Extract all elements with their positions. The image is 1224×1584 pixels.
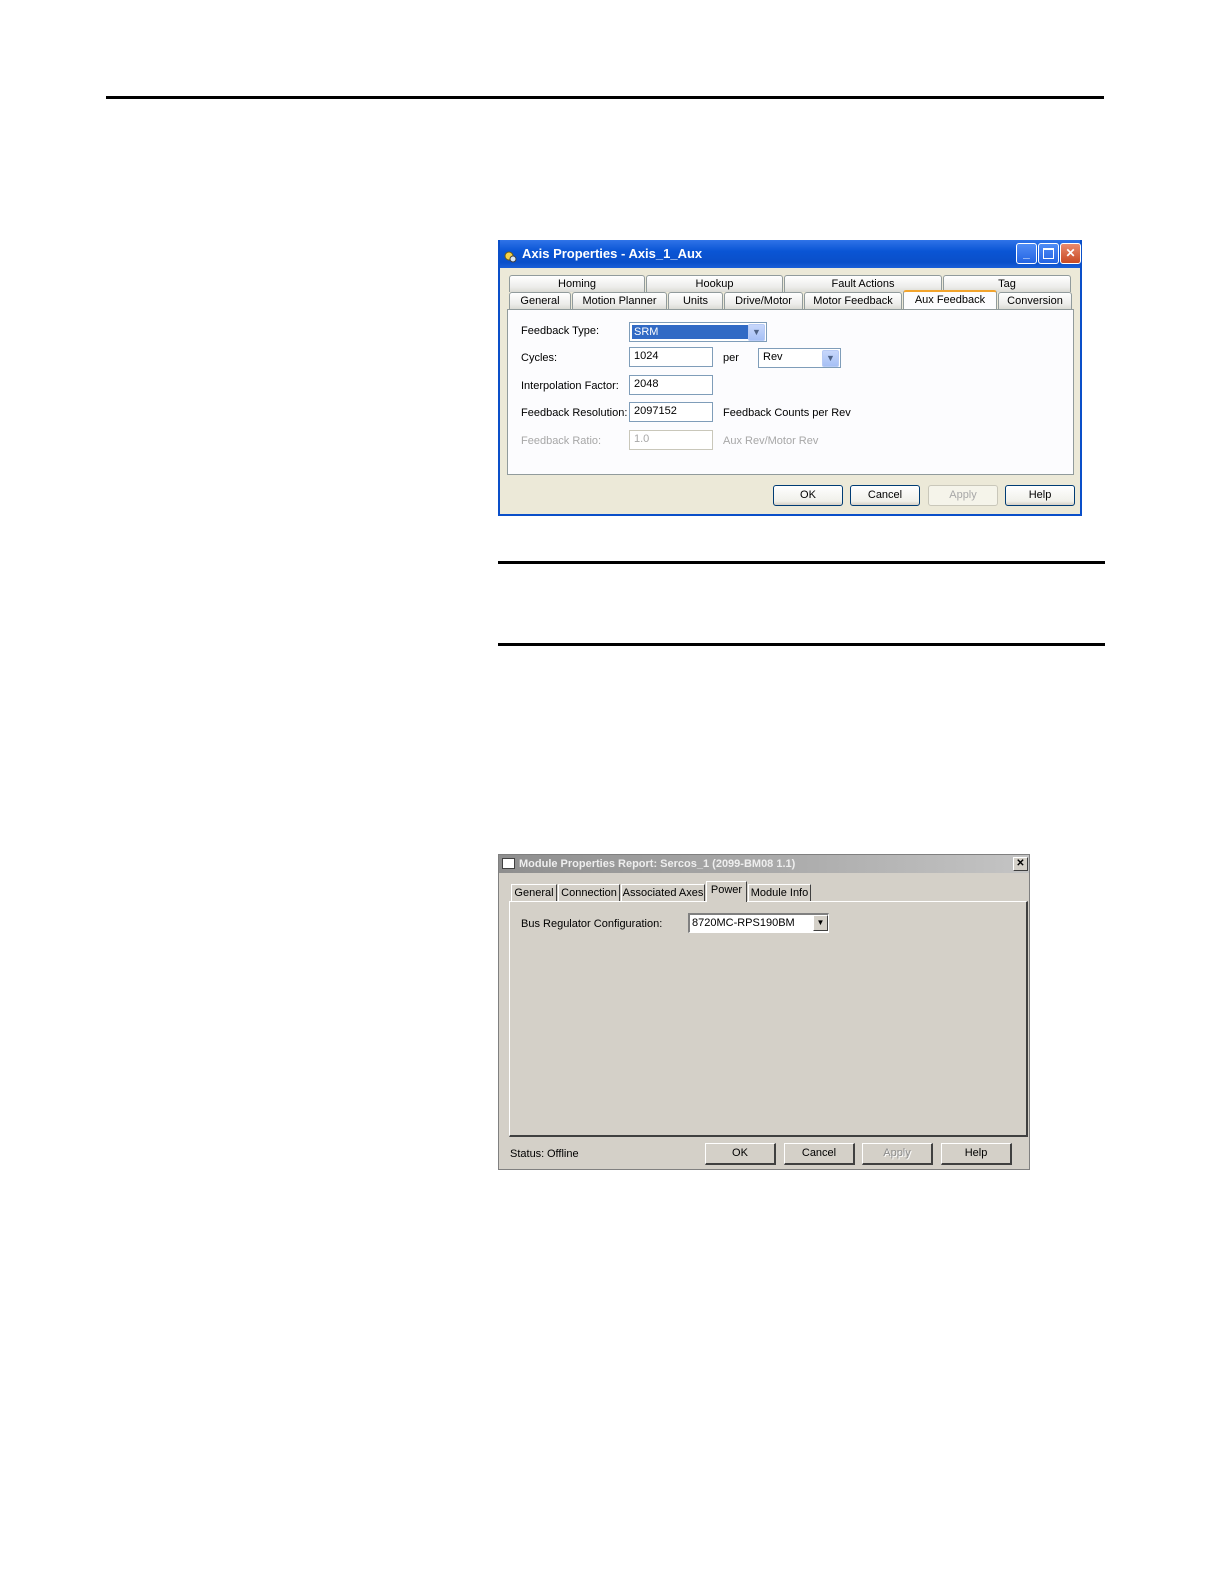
tab-general[interactable]: General [511, 884, 557, 902]
feedback-type-label: Feedback Type: [521, 325, 600, 337]
tab-module-info[interactable]: Module Info [748, 884, 811, 902]
close-icon: ✕ [1016, 858, 1025, 869]
feedback-resolution-label: Feedback Resolution: [521, 407, 628, 419]
interpolation-factor-label: Interpolation Factor: [521, 380, 619, 392]
feedback-type-value: SRM [632, 325, 748, 339]
per-label: per [723, 352, 739, 364]
tab-hookup[interactable]: Hookup [646, 275, 783, 292]
help-button[interactable]: Help [1005, 485, 1075, 506]
bus-regulator-label: Bus Regulator Configuration: [521, 918, 663, 930]
interpolation-factor-input[interactable]: 2048 [629, 375, 713, 395]
feedback-ratio-input: 1.0 [629, 430, 713, 450]
note-bottom-rule [498, 643, 1105, 646]
axis-properties-dialog: Axis Properties - Axis_1_Aux _ ✕ Homing … [498, 240, 1082, 516]
tab-associated-axes[interactable]: Associated Axes [621, 884, 705, 902]
axis-dialog-titlebar[interactable]: Axis Properties - Axis_1_Aux [500, 240, 1080, 268]
module-dialog-titlebar[interactable]: Module Properties Report: Sercos_1 (2099… [499, 855, 1029, 873]
feedback-ratio-units: Aux Rev/Motor Rev [723, 435, 819, 447]
tab-homing[interactable]: Homing [509, 275, 645, 292]
axis-dialog-title: Axis Properties - Axis_1_Aux [522, 246, 703, 261]
ok-button[interactable]: OK [773, 485, 843, 506]
apply-button: Apply [928, 485, 998, 506]
close-button[interactable]: ✕ [1013, 857, 1028, 871]
per-unit-value: Rev [763, 351, 783, 363]
feedback-ratio-label: Feedback Ratio: [521, 435, 602, 447]
feedback-resolution-units: Feedback Counts per Rev [723, 407, 851, 419]
tab-units[interactable]: Units [668, 292, 723, 309]
axis-app-icon [504, 246, 518, 263]
close-button[interactable]: ✕ [1060, 243, 1081, 264]
tab-aux-feedback[interactable]: Aux Feedback [903, 290, 997, 309]
feedback-resolution-input[interactable]: 2097152 [629, 402, 713, 422]
header-rule [106, 96, 1104, 99]
window-icon [502, 858, 515, 869]
apply-button: Apply [862, 1143, 933, 1165]
status-label: Status: [510, 1148, 545, 1160]
tab-connection[interactable]: Connection [558, 884, 620, 902]
cycles-input[interactable]: 1024 [629, 347, 713, 367]
tab-motion-planner[interactable]: Motion Planner [572, 292, 667, 309]
chevron-down-icon[interactable]: ▼ [813, 915, 828, 931]
module-dialog-title: Module Properties Report: Sercos_1 (2099… [519, 858, 796, 870]
tab-motor-feedback[interactable]: Motor Feedback [804, 292, 902, 309]
module-properties-dialog: Module Properties Report: Sercos_1 (2099… [498, 854, 1030, 1170]
help-button[interactable]: Help [941, 1143, 1012, 1165]
chevron-down-icon[interactable]: ▼ [748, 324, 765, 341]
minimize-button[interactable]: _ [1016, 243, 1037, 264]
tab-power[interactable]: Power [706, 881, 747, 902]
chevron-down-icon[interactable]: ▼ [822, 350, 839, 367]
close-icon: ✕ [1065, 246, 1076, 260]
cycles-label: Cycles: [521, 352, 558, 364]
bus-regulator-combo[interactable]: 8720MC-RPS190BM ▼ [688, 913, 829, 933]
tab-conversion[interactable]: Conversion [998, 292, 1072, 309]
ok-button[interactable]: OK [705, 1143, 776, 1165]
maximize-button[interactable] [1038, 243, 1059, 264]
note-top-rule [498, 561, 1105, 564]
cancel-button[interactable]: Cancel [850, 485, 920, 506]
power-panel: Bus Regulator Configuration: 8720MC-RPS1… [509, 901, 1028, 1137]
per-unit-combo[interactable]: Rev ▼ [758, 348, 841, 368]
tab-drive-motor[interactable]: Drive/Motor [724, 292, 803, 309]
cancel-button[interactable]: Cancel [784, 1143, 855, 1165]
status-value: Offline [547, 1148, 579, 1160]
feedback-type-combo[interactable]: SRM ▼ [629, 322, 767, 342]
bus-regulator-value: 8720MC-RPS190BM [692, 917, 795, 929]
tab-general[interactable]: General [509, 292, 571, 309]
aux-feedback-panel: Feedback Type: SRM ▼ Cycles: 1024 per Re… [507, 309, 1074, 475]
maximize-icon [1043, 248, 1054, 259]
